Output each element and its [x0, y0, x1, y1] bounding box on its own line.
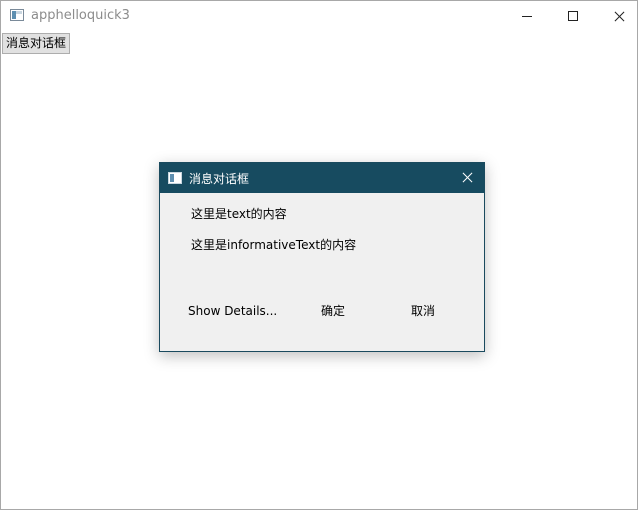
dialog-close-icon[interactable] [456, 167, 480, 189]
dialog-title: 消息对话框 [189, 172, 250, 186]
close-button[interactable] [596, 1, 638, 31]
dialog-titlebar[interactable]: 消息对话框 [160, 163, 484, 193]
ok-button[interactable]: 确定 [308, 301, 358, 321]
app-window-icon [10, 9, 24, 21]
minimize-button[interactable] [504, 1, 550, 31]
dialog-app-icon [168, 172, 182, 184]
maximize-icon [568, 11, 578, 21]
dialog-informative-text: 这里是informativeText的内容 [191, 238, 357, 252]
cancel-button[interactable]: 取消 [398, 301, 448, 321]
window-title: apphelloquick3 [31, 8, 130, 23]
show-details-button[interactable]: Show Details... [188, 301, 277, 321]
window-titlebar[interactable]: apphelloquick3 [1, 1, 637, 31]
dialog-text: 这里是text的内容 [191, 207, 287, 221]
maximize-button[interactable] [550, 1, 596, 31]
message-dialog-button[interactable]: 消息对话框 [2, 33, 71, 54]
minimize-icon [522, 16, 532, 17]
message-dialog: 消息对话框 这里是text的内容 这里是informativeText的内容 S… [159, 162, 485, 352]
close-icon [611, 9, 627, 25]
